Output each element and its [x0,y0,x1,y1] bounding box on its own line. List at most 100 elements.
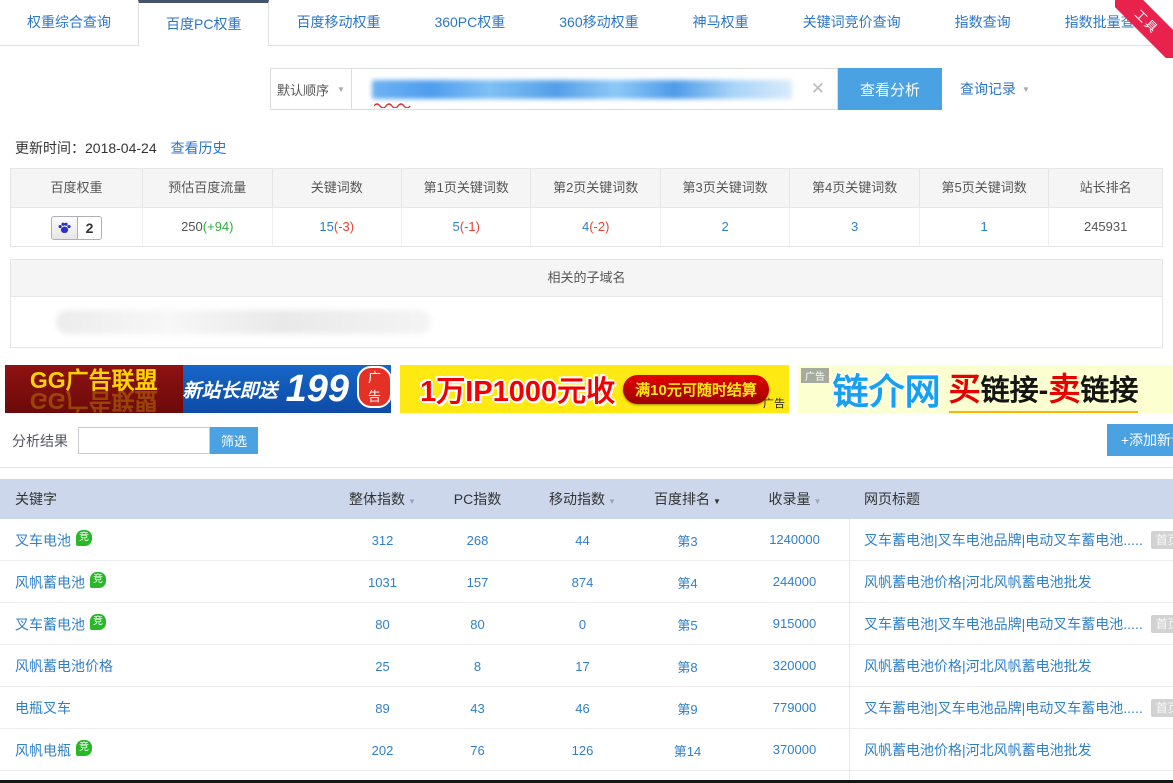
pc-index-value[interactable]: 157 [425,575,530,590]
column-header: 百度权重 [11,169,143,208]
pc-index-value[interactable]: 8 [425,659,530,674]
table-row: 风帆蓄电池价格竞 25 8 17 第8 320000 风帆蓄电池价格|河北风帆蓄… [0,645,1173,687]
keyword-link[interactable]: 风帆蓄电池竞 [0,572,340,593]
collected-count-value[interactable]: 244000 [740,561,850,603]
tools-ribbon-label: 工具 [1115,0,1173,58]
keyword-link[interactable]: 电瓶叉车竞 [0,698,340,718]
baidu-rank-value[interactable]: 第3 [635,531,740,550]
column-header: 预估百度流量 [143,169,272,208]
update-date: 2018-04-24 [85,140,157,156]
filter-button[interactable]: 筛选 [210,427,258,454]
mobile-index-value[interactable]: 46 [530,701,635,716]
overall-index-value[interactable]: 202 [340,743,425,758]
mobile-index-value[interactable]: 126 [530,743,635,758]
baidu-rank-value[interactable]: 第8 [635,657,740,676]
mobile-index-value[interactable]: 17 [530,659,635,674]
sort-order-select[interactable]: 默认顺序 ▼ [270,68,352,110]
page-title-cell[interactable]: 风帆蓄电池价格|河北风帆蓄电池批发首页 [850,740,1173,760]
page4-keywords-cell[interactable]: 3 [790,208,919,246]
page5-keywords-cell[interactable]: 1 [920,208,1049,246]
page-title-cell[interactable]: 叉车蓄电池|叉车电池品牌|电动叉车蓄电池.....首页 [850,698,1173,718]
spellcheck-squiggle-icon [374,102,412,108]
page-title-cell[interactable]: 叉车蓄电池|叉车电池品牌|电动叉车蓄电池.....首页 [850,530,1173,550]
baidu-weight-badge[interactable]: 2 [51,216,103,240]
bid-icon[interactable]: 竞 [90,614,106,630]
keyword-link[interactable]: 风帆蓄电池价格竞 [0,656,340,676]
keyword-count-cell[interactable]: 15(-3) [273,208,402,246]
tab-shenma[interactable]: 神马权重 [666,0,776,45]
header-mobile-index[interactable]: 移动指数▼ [530,489,635,509]
tab-index-query[interactable]: 指数查询 [928,0,1038,45]
table-row: 叉车蓄电池竞 80 80 0 第5 915000 叉车蓄电池|叉车电池品牌|电动… [0,603,1173,645]
ad-label-badge: 广告 [357,366,391,408]
keyword-link[interactable]: 叉车电池竞 [0,530,340,551]
bid-icon[interactable]: 竞 [76,530,92,546]
clear-input-icon[interactable]: ✕ [811,79,825,99]
header-collected[interactable]: 收录量▼ [740,489,850,509]
page-title-cell[interactable]: 风帆蓄电池价格|河北风帆蓄电池批发首页 [850,572,1173,592]
sort-caret-icon: ▼ [608,497,616,506]
ad-banner-row: GG广告联盟 GG广告联盟 新站长即送 199 广告 1万IP1000元收 满1… [0,365,1173,413]
ad-ip-settle-pill: 满10元可随时结算 [623,375,769,404]
header-pc-index: PC指数 [425,489,530,509]
add-new-keyword-button[interactable]: +添加新词 [1107,424,1173,456]
collected-count-value[interactable]: 1240000 [740,519,850,561]
ad-ip-main-text: 1万IP1000元收 [420,368,615,410]
est-traffic-cell: 250(+94) [143,208,272,246]
corner-ribbon[interactable]: 工具 [1115,0,1173,58]
mobile-index-value[interactable]: 44 [530,533,635,548]
collected-count-value[interactable]: 779000 [740,687,850,729]
collected-count-value[interactable]: 320000 [740,645,850,687]
column-header: 关键词数 [273,169,402,208]
ad-banner-lianjie[interactable]: 广告 链介网 买链接-卖链接 [798,365,1173,413]
analysis-filter-section: 分析结果 筛选 +添加新词 [0,413,1173,468]
baidu-rank-value[interactable]: 第14 [635,741,740,760]
collected-count-value[interactable]: 370000 [740,729,850,771]
homepage-badge: 首页 [1151,615,1173,633]
page-title-cell[interactable]: 叉车蓄电池|叉车电池品牌|电动叉车蓄电池.....首页 [850,614,1173,634]
baidu-rank-value[interactable]: 第9 [635,699,740,718]
view-history-link[interactable]: 查看历史 [171,140,227,156]
query-history-link[interactable]: 查询记录 ▼ [960,79,1030,99]
query-history-label: 查询记录 [960,79,1016,99]
domain-search-input[interactable]: ✕ [352,68,838,110]
tab-baidu-pc[interactable]: 百度PC权重 [138,0,269,46]
overall-index-value[interactable]: 1031 [340,575,425,590]
filter-keyword-input[interactable] [78,427,210,454]
pc-index-value[interactable]: 268 [425,533,530,548]
ad-lianjie-brand: 链介网 [833,365,941,413]
keyword-link[interactable]: 风帆电瓶竞 [0,740,340,761]
header-overall-index[interactable]: 整体指数▼ [340,489,425,509]
page2-keywords-cell[interactable]: 4(-2) [531,208,660,246]
tab-baidu-mobile[interactable]: 百度移动权重 [269,0,407,45]
baidu-rank-value[interactable]: 第4 [635,573,740,592]
keyword-link[interactable]: 叉车蓄电池竞 [0,614,340,635]
page1-keywords-cell[interactable]: 5(-1) [402,208,531,246]
pc-index-value[interactable]: 76 [425,743,530,758]
overall-index-value[interactable]: 25 [340,659,425,674]
header-baidu-rank[interactable]: 百度排名▼ [635,489,740,509]
tab-keyword-bid[interactable]: 关键词竞价查询 [776,0,928,45]
baidu-rank-value[interactable]: 第5 [635,615,740,634]
pc-index-value[interactable]: 43 [425,701,530,716]
tab-360-mobile[interactable]: 360移动权重 [532,0,665,45]
mobile-index-value[interactable]: 0 [530,617,635,632]
column-header: 第1页关键词数 [402,169,531,208]
bid-icon[interactable]: 竞 [90,572,106,588]
page-title-cell[interactable]: 风帆蓄电池价格|河北风帆蓄电池批发首页 [850,656,1173,676]
censored-domain-text [372,80,792,99]
collected-count-value[interactable]: 915000 [740,603,850,645]
bid-icon[interactable]: 竞 [76,740,92,756]
tab-360-pc[interactable]: 360PC权重 [407,0,532,45]
ad-label-badge: 广告 [763,395,785,411]
overall-index-value[interactable]: 89 [340,701,425,716]
overall-index-value[interactable]: 80 [340,617,425,632]
mobile-index-value[interactable]: 874 [530,575,635,590]
page3-keywords-cell[interactable]: 2 [661,208,790,246]
ad-banner-gg-union[interactable]: GG广告联盟 GG广告联盟 新站长即送 199 广告 [5,365,391,413]
overall-index-value[interactable]: 312 [340,533,425,548]
pc-index-value[interactable]: 80 [425,617,530,632]
analyze-button[interactable]: 查看分析 [838,68,942,110]
ad-banner-ip-revenue[interactable]: 1万IP1000元收 满10元可随时结算 广告 [400,365,789,413]
tab-weight-overview[interactable]: 权重综合查询 [0,0,138,45]
